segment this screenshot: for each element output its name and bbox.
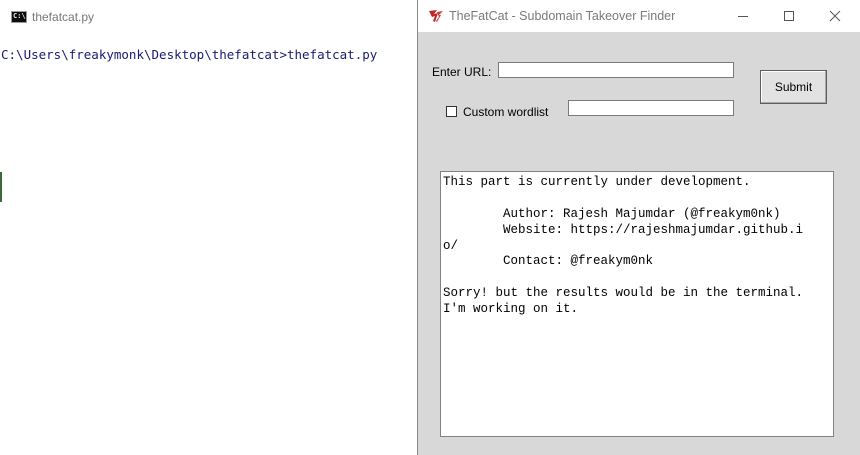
background-window-edge — [0, 172, 2, 202]
output-line: Author: Rajesh Majumdar (@freakym0nk) — [443, 206, 781, 221]
maximize-button[interactable] — [766, 0, 812, 32]
cmd-icon: C:\ — [11, 11, 27, 23]
output-line: Website: https://rajeshmajumdar.github.i — [443, 222, 804, 237]
tk-titlebar[interactable]: TheFatCat - Subdomain Takeover Finder — [418, 0, 860, 32]
tk-window-body: Enter URL: Submit Custom wordlist This p… — [418, 32, 860, 455]
maximize-icon — [784, 11, 794, 21]
console-prompt-line: C:\Users\freakymonk\Desktop\thefatcat>th… — [1, 47, 378, 62]
tk-window-title: TheFatCat - Subdomain Takeover Finder — [449, 9, 676, 23]
console-titlebar[interactable]: C:\ thefatcat.py — [0, 0, 420, 34]
url-input[interactable] — [498, 62, 734, 78]
submit-button[interactable]: Submit — [760, 70, 827, 104]
output-line: This part is currently under development… — [443, 175, 751, 189]
close-icon — [829, 10, 841, 22]
tk-window: TheFatCat - Subdomain Takeover Finder En… — [417, 0, 860, 455]
minimize-button[interactable] — [720, 0, 766, 32]
output-line: I'm working on it. — [443, 302, 579, 317]
close-button[interactable] — [812, 0, 858, 32]
minimize-icon — [738, 16, 748, 17]
custom-wordlist-checkbox[interactable] — [446, 106, 457, 117]
console-window: C:\ thefatcat.py C:\Users\freakymonk\Des… — [0, 0, 420, 455]
output-line: o/ — [443, 238, 459, 253]
output-textbox[interactable]: This part is currently under development… — [440, 171, 834, 437]
url-label: Enter URL: — [432, 65, 492, 79]
custom-wordlist-label: Custom wordlist — [463, 105, 549, 119]
output-line: Sorry! but the results would be in the t… — [443, 286, 804, 301]
output-line: Contact: @freakym0nk — [443, 254, 654, 269]
console-title: thefatcat.py — [32, 10, 95, 24]
tk-feather-icon — [429, 10, 443, 22]
wordlist-input[interactable] — [568, 100, 734, 116]
